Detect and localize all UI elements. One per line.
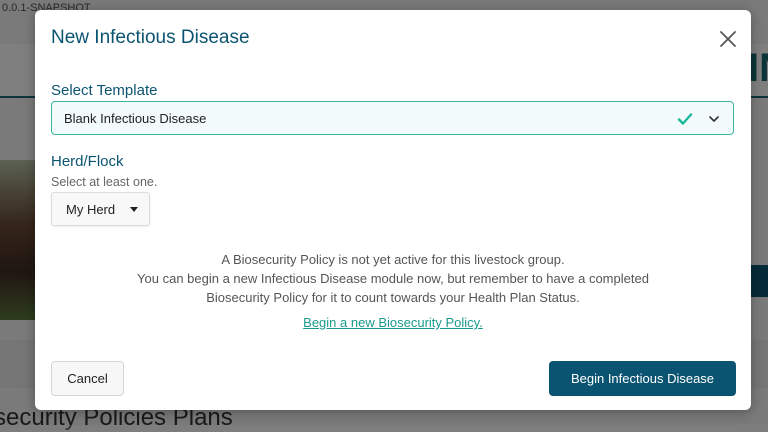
biosecurity-notice: A Biosecurity Policy is not yet active f…: [35, 250, 751, 307]
herd-hint: Select at least one.: [51, 175, 158, 189]
chevron-down-icon: [709, 116, 719, 122]
caret-down-icon: [130, 207, 138, 212]
cancel-button[interactable]: Cancel: [51, 361, 124, 396]
close-button[interactable]: [717, 28, 739, 50]
template-select[interactable]: Blank Infectious Disease: [51, 101, 734, 135]
herd-flock-label: Herd/Flock: [51, 153, 124, 170]
notice-line-2: You can begin a new Infectious Disease m…: [137, 271, 649, 286]
herd-dropdown-button[interactable]: My Herd: [51, 192, 150, 226]
notice-line-1: A Biosecurity Policy is not yet active f…: [221, 252, 565, 267]
check-icon: [677, 113, 693, 125]
notice-line-3: Biosecurity Policy for it to count towar…: [206, 290, 580, 305]
herd-dropdown-label: My Herd: [66, 202, 116, 217]
new-infectious-disease-modal: New Infectious Disease Select Template B…: [35, 10, 751, 410]
begin-infectious-disease-button[interactable]: Begin Infectious Disease: [549, 361, 736, 396]
close-icon: [720, 31, 736, 47]
template-label: Select Template: [51, 82, 158, 99]
begin-biosecurity-policy-link[interactable]: Begin a new Biosecurity Policy.: [303, 315, 483, 330]
modal-title: New Infectious Disease: [51, 27, 250, 48]
template-select-value: Blank Infectious Disease: [64, 111, 207, 126]
